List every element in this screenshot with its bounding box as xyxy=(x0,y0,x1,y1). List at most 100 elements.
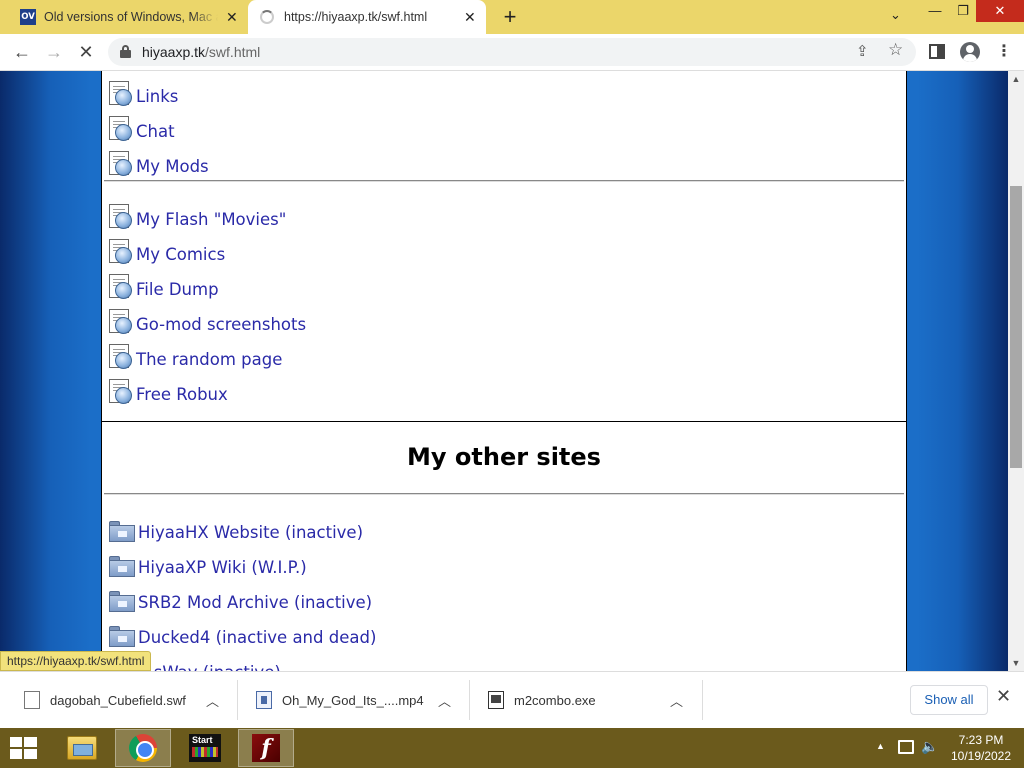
web-page-icon xyxy=(108,309,134,335)
list-item: HiyaaHX Website (inactive) xyxy=(108,511,363,543)
address-bar[interactable]: hiyaaxp.tk/swf.html ⇪ ☆ xyxy=(108,38,916,66)
divider xyxy=(104,493,904,495)
windows-taskbar: Start f ▲ 🔈 7:23 PM 10/19/2022 xyxy=(0,728,1024,768)
flash-player-icon: f xyxy=(252,734,280,762)
link-free-robux[interactable]: Free Robux xyxy=(136,385,228,405)
download-filename: dagobah_Cubefield.swf xyxy=(50,692,186,708)
network-icon[interactable] xyxy=(898,740,914,754)
link-random-page[interactable]: The random page xyxy=(136,350,282,370)
url-text[interactable]: hiyaaxp.tk/swf.html xyxy=(142,44,260,60)
download-item[interactable]: m2combo.exe ︿ xyxy=(488,680,700,720)
list-item: Links xyxy=(108,75,178,107)
chevron-up-icon[interactable]: ︿ xyxy=(438,691,451,710)
list-item: The random page xyxy=(108,338,282,370)
section-border xyxy=(102,421,906,422)
tab-old-versions[interactable]: OV Old versions of Windows, Mac and ✕ xyxy=(0,0,248,34)
link-my-comics[interactable]: My Comics xyxy=(136,245,225,265)
clock-date: 10/19/2022 xyxy=(950,749,1012,763)
close-downloads-bar-icon[interactable]: ✕ xyxy=(996,686,1011,707)
list-item: HiyaaXP Wiki (W.I.P.) xyxy=(108,546,307,578)
show-hidden-icons-chevron-icon[interactable]: ▲ xyxy=(876,741,885,751)
web-page-icon xyxy=(108,116,134,142)
close-tab-icon[interactable]: ✕ xyxy=(226,9,238,26)
web-folder-icon xyxy=(108,519,136,543)
divider xyxy=(469,680,470,720)
profile-avatar-icon[interactable] xyxy=(960,42,980,62)
taskbar-start-app[interactable]: Start xyxy=(177,729,233,767)
more-menu-icon[interactable]: ⋮ xyxy=(996,41,1012,61)
link-chat[interactable]: Chat xyxy=(136,122,175,142)
link-go-mod-screenshots[interactable]: Go-mod screenshots xyxy=(136,315,306,335)
video-file-icon xyxy=(256,691,272,709)
link-links[interactable]: Links xyxy=(136,87,178,107)
list-item: My Flash "Movies" xyxy=(108,198,286,230)
link-sway-partial[interactable]: ...sWay (inactive) xyxy=(138,663,281,671)
taskbar-file-explorer[interactable] xyxy=(54,729,110,767)
link-my-mods[interactable]: My Mods xyxy=(136,157,209,177)
page-scrollbar[interactable]: ▲ ▼ xyxy=(1008,71,1024,671)
exe-file-icon xyxy=(488,691,504,709)
list-item: Go-mod screenshots xyxy=(108,303,306,335)
new-tab-button[interactable]: + xyxy=(498,4,522,30)
browser-toolbar: ← → ✕ hiyaaxp.tk/swf.html ⇪ ☆ ⋮ xyxy=(0,34,1024,71)
download-item[interactable]: Oh_My_God_Its_....mp4 ︿ xyxy=(256,680,468,720)
browser-tab-strip: OV Old versions of Windows, Mac and ✕ ht… xyxy=(0,0,1024,34)
tab-search-chevron-down-icon[interactable]: ⌄ xyxy=(890,7,901,23)
system-clock[interactable]: 7:23 PM 10/19/2022 xyxy=(946,732,1016,764)
list-item: Free Robux xyxy=(108,373,228,405)
link-srb2-mod-archive[interactable]: SRB2 Mod Archive (inactive) xyxy=(138,593,372,613)
scroll-down-arrow-icon[interactable]: ▼ xyxy=(1008,655,1024,671)
volume-icon[interactable]: 🔈 xyxy=(921,738,938,755)
share-icon[interactable]: ⇪ xyxy=(856,42,869,60)
close-tab-icon[interactable]: ✕ xyxy=(464,9,476,26)
download-filename: Oh_My_God_Its_....mp4 xyxy=(282,692,424,708)
side-panel-icon[interactable] xyxy=(929,44,945,59)
taskbar-flash-player[interactable]: f xyxy=(238,729,294,767)
start-app-icon: Start xyxy=(189,734,221,762)
download-item[interactable]: dagobah_Cubefield.swf ︿ xyxy=(24,680,236,720)
web-page-icon xyxy=(108,274,134,300)
link-hiyaahx-website[interactable]: HiyaaHX Website (inactive) xyxy=(138,523,363,543)
web-page-icon xyxy=(108,239,134,265)
list-item: Chat xyxy=(108,110,175,142)
windows-start-icon[interactable] xyxy=(10,737,38,761)
clock-time: 7:23 PM xyxy=(958,733,1004,747)
divider xyxy=(702,680,703,720)
web-folder-icon xyxy=(108,554,136,578)
scroll-up-arrow-icon[interactable]: ▲ xyxy=(1008,71,1024,87)
list-item: My Comics xyxy=(108,233,225,265)
downloads-bar: dagobah_Cubefield.swf ︿ Oh_My_God_Its_..… xyxy=(0,671,1024,728)
file-icon xyxy=(24,691,40,709)
web-page-icon xyxy=(108,379,134,405)
chrome-icon xyxy=(129,734,157,762)
web-page-icon xyxy=(108,81,134,107)
scroll-thumb[interactable] xyxy=(1010,186,1022,468)
chevron-up-icon[interactable]: ︿ xyxy=(206,691,219,710)
web-page-icon xyxy=(108,204,134,230)
list-item: My Mods xyxy=(108,145,209,177)
section-title: My other sites xyxy=(407,443,601,471)
page-content: Links Chat My Mods My Flash "Movies" My … xyxy=(101,71,907,671)
back-arrow-icon[interactable]: ← xyxy=(10,40,34,64)
link-my-flash-movies[interactable]: My Flash "Movies" xyxy=(136,210,286,230)
web-page-icon xyxy=(108,151,134,177)
lock-icon[interactable] xyxy=(120,45,131,58)
link-ducked4[interactable]: Ducked4 (inactive and dead) xyxy=(138,628,376,648)
bookmark-star-icon[interactable]: ☆ xyxy=(888,40,903,60)
stop-loading-icon[interactable]: ✕ xyxy=(74,40,98,64)
close-window-button[interactable]: ✕ xyxy=(976,0,1024,22)
link-file-dump[interactable]: File Dump xyxy=(136,280,219,300)
chevron-up-icon[interactable]: ︿ xyxy=(670,691,683,710)
divider xyxy=(237,680,238,720)
divider xyxy=(104,180,904,182)
taskbar-chrome[interactable] xyxy=(115,729,171,767)
web-folder-icon xyxy=(108,624,136,648)
link-hiyaaxp-wiki[interactable]: HiyaaXP Wiki (W.I.P.) xyxy=(138,558,307,578)
status-url-tooltip: https://hiyaaxp.tk/swf.html xyxy=(0,651,152,671)
tab-active-swf[interactable]: https://hiyaaxp.tk/swf.html ✕ xyxy=(248,0,486,34)
file-explorer-icon xyxy=(67,736,97,760)
forward-arrow-icon[interactable]: → xyxy=(42,40,66,64)
show-all-downloads-button[interactable]: Show all xyxy=(910,685,988,715)
web-page-icon xyxy=(108,344,134,370)
ov-favicon-icon: OV xyxy=(20,9,36,25)
